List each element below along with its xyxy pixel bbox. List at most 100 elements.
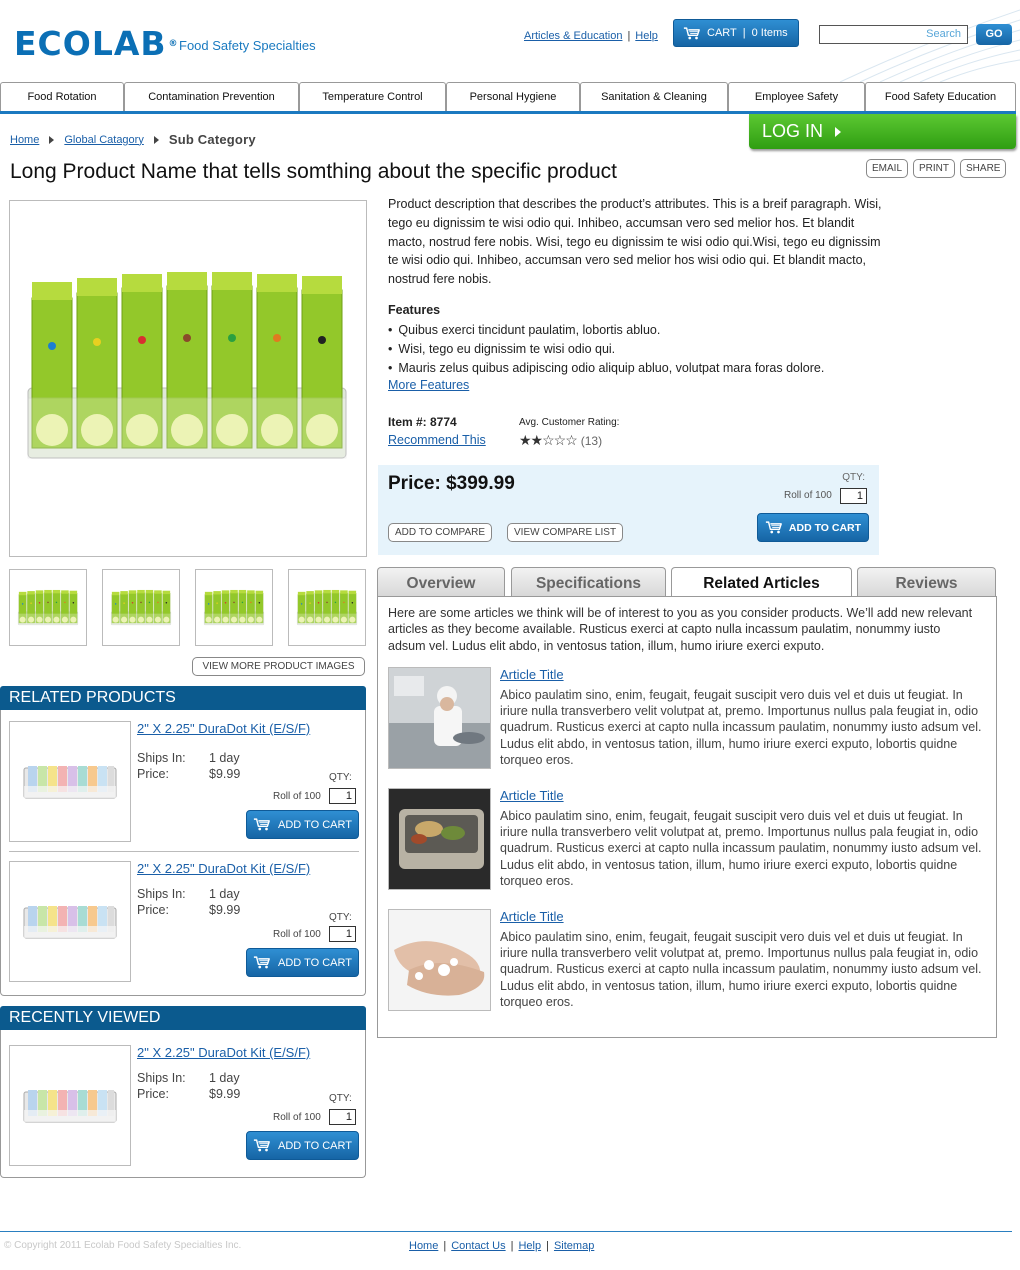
share-button[interactable]: SHARE: [960, 159, 1007, 178]
product-image[interactable]: [9, 861, 131, 982]
login-button[interactable]: LOG IN: [749, 114, 1016, 149]
nav-item-contamination-prevention[interactable]: Contamination Prevention: [124, 82, 299, 111]
article-body: Abico paulatim sino, enim, feugait, feug…: [500, 930, 982, 1009]
add-to-compare-button[interactable]: ADD TO COMPARE: [388, 523, 493, 542]
product-description: Product description that describes the p…: [388, 197, 882, 287]
nav-item-temperature-control[interactable]: Temperature Control: [299, 82, 446, 111]
email-button[interactable]: EMAIL: [866, 159, 909, 178]
recommend-link[interactable]: Recommend This: [388, 433, 486, 447]
footer-contact-link[interactable]: Contact Us: [451, 1240, 505, 1252]
breadcrumb-home[interactable]: Home: [10, 134, 39, 146]
product-image[interactable]: [9, 721, 131, 842]
main-nav: Food Rotation Contamination Prevention T…: [0, 82, 1016, 114]
recently-viewed-heading: RECENTLY VIEWED: [0, 1006, 366, 1030]
ships-label: Ships In:: [137, 887, 186, 901]
article-title-link[interactable]: Article Title: [500, 909, 564, 924]
add-to-cart-label: ADD TO CART: [278, 818, 352, 831]
item-number: Item #: 8774: [388, 415, 457, 429]
copyright: © Copyright 2011 Ecolab Food Safety Spec…: [4, 1240, 242, 1251]
price-label: Price:: [137, 767, 169, 781]
recently-viewed-box: 2" X 2.25" DuraDot Kit (E/S/F) Ships In:…: [0, 1030, 366, 1178]
tab-reviews[interactable]: Reviews: [857, 567, 996, 596]
add-to-cart-label: ADD TO CART: [788, 521, 862, 534]
customer-rating[interactable]: ★★☆☆☆ (13): [519, 432, 602, 449]
add-to-cart-button[interactable]: ADD TO CART: [246, 948, 359, 977]
roll-label: Roll of 100: [273, 791, 321, 802]
more-features-link[interactable]: More Features: [388, 378, 469, 392]
nav-item-food-rotation[interactable]: Food Rotation: [0, 82, 124, 111]
product-name-link[interactable]: 2" X 2.25" DuraDot Kit (E/S/F): [137, 721, 310, 736]
product-thumbnail[interactable]: [288, 569, 366, 646]
price-value: $9.99: [209, 1087, 241, 1101]
breadcrumb-current: Sub Category: [168, 132, 256, 147]
print-button[interactable]: PRINT: [913, 159, 956, 178]
list-item: 2" X 2.25" DuraDot Kit (E/S/F) Ships In:…: [9, 861, 359, 982]
nav-item-sanitation-cleaning[interactable]: Sanitation & Cleaning: [580, 82, 728, 111]
cart-button[interactable]: CART | 0 Items: [673, 19, 799, 47]
qty-label: QTY:: [842, 472, 865, 483]
add-to-cart-button[interactable]: ADD TO CART: [757, 513, 869, 542]
breadcrumb-global-category[interactable]: Global Catagory: [64, 134, 144, 146]
ships-value: 1 day: [209, 751, 240, 765]
footer-links: Home | Contact Us | Help | Sitemap: [409, 1240, 595, 1252]
add-to-cart-label: ADD TO CART: [278, 956, 352, 969]
help-link[interactable]: Help: [635, 30, 658, 42]
ecolab-logo[interactable]: ECOLAB ®: [14, 24, 179, 63]
star-rating-icon: ★★☆☆☆: [519, 432, 578, 448]
feature-item: Mauris zelus quibus adipiscing odio aliq…: [388, 359, 824, 378]
tab-related-articles[interactable]: Related Articles: [671, 567, 852, 597]
view-compare-list-button[interactable]: VIEW COMPARE LIST: [507, 523, 624, 542]
add-to-cart-button[interactable]: ADD TO CART: [246, 810, 359, 839]
article-item: Article Title Abico paulatim sino, enim,…: [388, 667, 988, 769]
product-thumbnail[interactable]: [9, 569, 87, 646]
product-thumbnail[interactable]: [195, 569, 273, 646]
article-image[interactable]: [388, 909, 491, 1011]
product-thumbnail[interactable]: [102, 569, 180, 646]
cart-icon: [765, 520, 783, 535]
logo-text: ECOLAB: [14, 24, 167, 63]
article-image[interactable]: [388, 788, 491, 890]
qty-label: QTY:: [329, 772, 352, 783]
footer-home-link[interactable]: Home: [409, 1240, 438, 1252]
chevron-right-icon: [153, 135, 159, 144]
product-image[interactable]: [9, 1045, 131, 1166]
footer-help-link[interactable]: Help: [518, 1240, 541, 1252]
qty-label: QTY:: [329, 1093, 352, 1104]
quantity-input[interactable]: 1: [329, 1109, 356, 1125]
price-label: Price:: [137, 1087, 169, 1101]
nav-item-personal-hygiene[interactable]: Personal Hygiene: [446, 82, 580, 111]
tab-overview[interactable]: Overview: [377, 567, 505, 596]
go-button[interactable]: GO: [976, 24, 1012, 45]
product-main-image[interactable]: [9, 200, 367, 557]
article-image[interactable]: [388, 667, 491, 769]
product-name-link[interactable]: 2" X 2.25" DuraDot Kit (E/S/F): [137, 861, 310, 876]
tagline: Food Safety Specialties: [179, 38, 316, 53]
cart-icon: [683, 26, 701, 41]
articles-education-link[interactable]: Articles & Education: [524, 30, 622, 42]
add-to-cart-label: ADD TO CART: [278, 1139, 352, 1152]
view-more-images-button[interactable]: VIEW MORE PRODUCT IMAGES: [192, 657, 365, 676]
article-item: Article Title Abico paulatim sino, enim,…: [388, 788, 988, 890]
nav-item-food-safety-education[interactable]: Food Safety Education: [865, 82, 1016, 111]
nav-item-employee-safety[interactable]: Employee Safety: [728, 82, 865, 111]
related-products-box: 2" X 2.25" DuraDot Kit (E/S/F) Ships In:…: [0, 710, 366, 996]
article-title-link[interactable]: Article Title: [500, 667, 564, 682]
cart-label: CART: [707, 27, 737, 39]
share-actions: EMAIL PRINT SHARE: [866, 159, 1007, 178]
rating-count: (13): [580, 433, 603, 448]
product-name-link[interactable]: 2" X 2.25" DuraDot Kit (E/S/F): [137, 1045, 310, 1060]
article-title-link[interactable]: Article Title: [500, 788, 564, 803]
search-input[interactable]: Search: [819, 25, 968, 44]
price: Price: $399.99: [388, 473, 515, 494]
quantity-input[interactable]: 1: [329, 926, 356, 942]
cart-icon: [253, 955, 271, 970]
quantity-input[interactable]: 1: [840, 488, 867, 504]
footer-sitemap-link[interactable]: Sitemap: [554, 1240, 594, 1252]
cart-icon: [253, 817, 271, 832]
quantity-input[interactable]: 1: [329, 788, 356, 804]
price-value: $9.99: [209, 903, 241, 917]
tab-specifications[interactable]: Specifications: [511, 567, 666, 596]
breadcrumb: Home Global Catagory Sub Category: [10, 132, 256, 147]
add-to-cart-button[interactable]: ADD TO CART: [246, 1131, 359, 1160]
login-label: LOG IN: [762, 121, 824, 141]
